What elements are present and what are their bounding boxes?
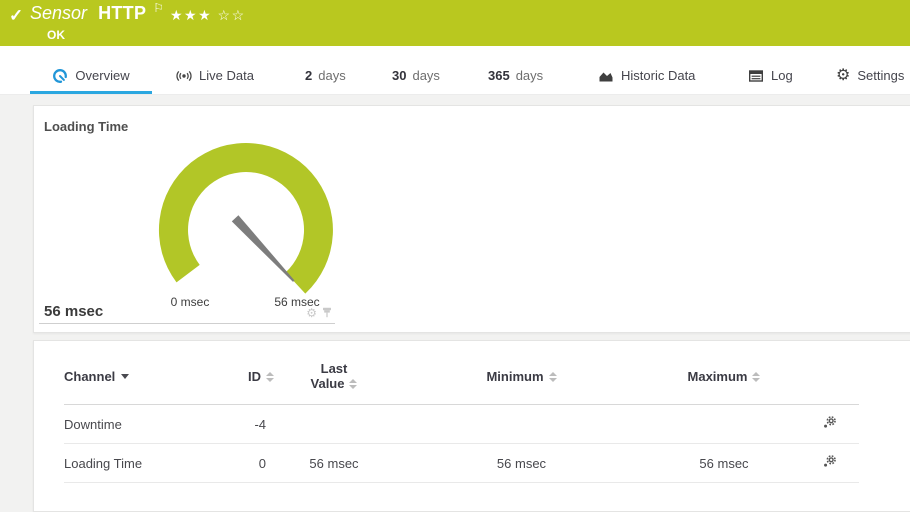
gauge-chart — [134, 138, 354, 306]
column-header-maximum[interactable]: Maximum — [649, 341, 799, 405]
tab-label: days — [412, 68, 439, 83]
channel-name-cell[interactable]: Loading Time — [64, 444, 239, 483]
loading-time-gauge-widget: Loading Time 0 msec 56 msec 56 msec ⚙ — [39, 112, 335, 324]
tab-30-days[interactable]: 30 days — [392, 60, 440, 94]
table-row: Downtime -4 — [64, 405, 859, 444]
gear-icon: ⚙ — [836, 68, 850, 84]
sort-arrows-icon — [549, 372, 557, 382]
last-value-cell: 56 msec — [274, 444, 394, 483]
channel-id-cell: -4 — [239, 405, 274, 444]
sort-arrows-icon — [752, 372, 760, 382]
sensor-name: HTTP — [98, 3, 146, 23]
last-value-cell — [274, 405, 394, 444]
tab-label: Overview — [75, 68, 129, 83]
edit-channel-gears-icon[interactable] — [822, 415, 837, 430]
sensor-header: ✓ Sensor HTTP ⚐ ★★★ ☆☆ OK — [0, 0, 910, 46]
tab-number: 2 — [305, 68, 312, 83]
status-badge: OK — [47, 28, 65, 42]
tab-number: 365 — [488, 68, 510, 83]
channels-table: Channel ID Last Value Minimum Maximum — [64, 341, 859, 483]
gauge-title: Loading Time — [44, 119, 128, 134]
tab-label: Live Data — [199, 68, 254, 83]
stars-filled: ★★★ — [170, 7, 212, 23]
gauge-current-value: 56 msec — [44, 303, 103, 320]
maximum-cell — [649, 405, 799, 444]
tab-label: Historic Data — [621, 68, 695, 83]
tab-bar: Overview Live Data 2 days 30 days 365 da… — [0, 46, 910, 95]
flag-icon[interactable]: ⚐ — [153, 1, 164, 15]
status-check-icon: ✓ — [9, 6, 23, 26]
channel-name-cell[interactable]: Downtime — [64, 405, 239, 444]
tab-number: 30 — [392, 68, 406, 83]
column-header-channel[interactable]: Channel — [64, 341, 239, 405]
column-label: Last — [321, 361, 348, 376]
gauge-panel: Loading Time 0 msec 56 msec 56 msec ⚙ — [33, 105, 910, 333]
column-header-id[interactable]: ID — [239, 341, 274, 405]
tab-settings[interactable]: ⚙ Settings — [836, 60, 904, 94]
tab-historic-data[interactable]: Historic Data — [598, 60, 695, 94]
tab-2-days[interactable]: 2 days — [305, 60, 346, 94]
gear-icon[interactable]: ⚙ — [306, 307, 317, 319]
gauge-icon — [52, 68, 68, 84]
sort-arrows-icon — [349, 379, 357, 389]
edit-channel-gears-icon[interactable] — [822, 454, 837, 469]
column-label: ID — [248, 369, 261, 384]
table-header-row: Channel ID Last Value Minimum Maximum — [64, 341, 859, 405]
log-icon — [748, 68, 764, 84]
table-row: Loading Time 0 56 msec 56 msec 56 msec — [64, 444, 859, 483]
tab-label: days — [516, 68, 543, 83]
column-label: Minimum — [486, 369, 543, 384]
tab-live-data[interactable]: Live Data — [176, 60, 254, 94]
column-header-actions — [799, 341, 859, 405]
tab-label: Settings — [857, 68, 904, 83]
sort-caret-down-icon — [121, 374, 129, 379]
column-label: Maximum — [688, 369, 748, 384]
minimum-cell: 56 msec — [394, 444, 649, 483]
tab-log[interactable]: Log — [748, 60, 793, 94]
live-data-icon — [176, 68, 192, 84]
widget-toolbar: ⚙ — [306, 307, 332, 319]
gauge-needle-icon — [232, 215, 295, 282]
stars-empty: ☆☆ — [218, 7, 246, 23]
column-label: Value — [311, 376, 345, 391]
sort-arrows-icon — [266, 372, 274, 382]
column-header-minimum[interactable]: Minimum — [394, 341, 649, 405]
tab-label: days — [318, 68, 345, 83]
maximum-cell: 56 msec — [649, 444, 799, 483]
tab-label: Log — [771, 68, 793, 83]
historic-data-icon — [598, 68, 614, 84]
column-label: Channel — [64, 369, 115, 384]
tab-overview[interactable]: Overview — [30, 60, 152, 94]
title-prefix: Sensor — [30, 3, 87, 23]
gauge-arc — [159, 143, 333, 294]
gauge-min-label: 0 msec — [171, 295, 210, 309]
pin-icon[interactable] — [322, 307, 332, 319]
channels-panel: Channel ID Last Value Minimum Maximum — [33, 340, 910, 512]
column-header-last-value[interactable]: Last Value — [274, 341, 394, 405]
channel-id-cell: 0 — [239, 444, 274, 483]
page-title: Sensor HTTP ⚐ — [30, 3, 164, 24]
tab-365-days[interactable]: 365 days — [488, 60, 543, 94]
priority-stars[interactable]: ★★★ ☆☆ — [170, 7, 246, 24]
minimum-cell — [394, 405, 649, 444]
